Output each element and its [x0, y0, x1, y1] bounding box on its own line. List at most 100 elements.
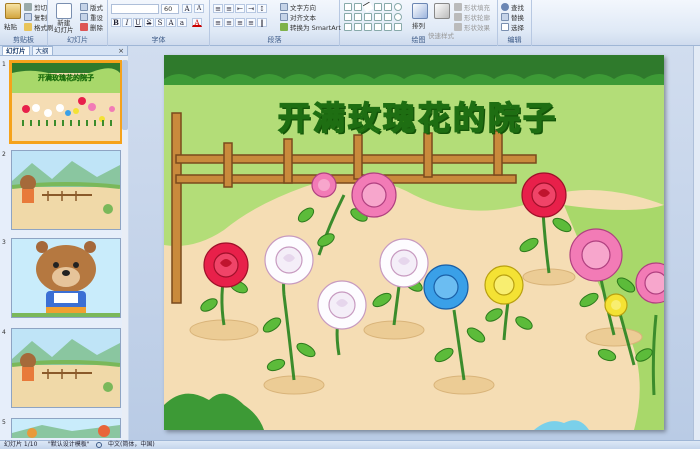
align-left-button[interactable]: ≡ — [213, 18, 223, 27]
cut-button[interactable]: 剪切 — [24, 2, 47, 12]
freeform-shape-icon[interactable] — [354, 23, 362, 31]
line-spacing-button[interactable]: ↕ — [257, 4, 267, 13]
shrink-font-button[interactable]: A — [194, 4, 204, 13]
heart-shape-icon[interactable] — [394, 13, 402, 21]
spellcheck-icon[interactable] — [96, 442, 102, 448]
decrease-indent-button[interactable]: ⇤ — [235, 4, 245, 13]
slide-scrollbar[interactable] — [693, 46, 700, 440]
smartart-icon — [280, 23, 288, 31]
current-slide[interactable]: 开满玫瑰花的院子 — [164, 55, 664, 430]
line-shape-icon[interactable] — [362, 1, 374, 13]
paste-button[interactable]: 粘贴 — [4, 21, 17, 31]
brace-shape-icon[interactable] — [364, 13, 372, 21]
textbox-shape-icon[interactable] — [344, 3, 352, 11]
triangle-shape-icon[interactable] — [344, 13, 352, 21]
text-vertical-shape-icon[interactable] — [354, 3, 362, 11]
callout-shape-icon[interactable] — [384, 13, 392, 21]
reset-button[interactable]: 重设 — [80, 12, 103, 22]
underline-button[interactable]: U — [133, 18, 143, 27]
arrange-button[interactable]: 排列 — [412, 20, 425, 30]
new-slide-icon — [56, 3, 72, 19]
theme-name: "默认设计模板" — [48, 441, 90, 448]
shape-outline-button[interactable]: 形状轮廓 — [454, 12, 490, 22]
connector-shape-icon[interactable] — [354, 13, 362, 21]
spacing-button[interactable]: A — [166, 18, 176, 27]
shape-fill-label: 形状填充 — [464, 4, 490, 12]
layout-label: 版式 — [90, 4, 103, 12]
arrow-shape-icon[interactable] — [374, 3, 382, 11]
effects-icon — [454, 23, 462, 31]
select-button[interactable]: 选择 — [501, 22, 524, 32]
slide-number: 3 — [2, 239, 6, 246]
replace-button[interactable]: 替换 — [501, 12, 524, 22]
quick-styles-icon — [434, 3, 450, 19]
font-size-combo[interactable]: 60 — [161, 4, 179, 14]
slide-number: 4 — [2, 329, 6, 336]
columns-button[interactable]: ‖ — [257, 18, 267, 27]
smartart-label: 转换为 SmartArt — [290, 24, 341, 32]
tab-outline[interactable]: 大纲 — [31, 46, 53, 55]
slide-title[interactable]: 开满玫瑰花的院子 — [228, 93, 608, 139]
paragraph-group: ≡ ≡ ⇤ ⇥ ↕ ≡ ≡ ≡ ≡ ‖ 文字方向 对齐文本 转换为 SmartA… — [210, 0, 341, 46]
slide-counter: 幻灯片 1/10 — [4, 441, 38, 448]
font-group-label: 字体 — [151, 36, 166, 44]
layout-button[interactable]: 版式 — [80, 2, 103, 12]
align-text-button[interactable]: 对齐文本 — [280, 12, 316, 22]
rectangle-shape-icon[interactable] — [384, 3, 392, 11]
replace-icon — [501, 13, 509, 21]
curve-shape-icon[interactable] — [344, 23, 352, 31]
scrollbar-thumb[interactable] — [122, 60, 128, 130]
rose-red — [203, 242, 249, 288]
close-panel-icon[interactable]: × — [118, 46, 124, 56]
rose-white — [379, 238, 429, 288]
shape-fill-button[interactable]: 形状填充 — [454, 2, 490, 12]
flowchart-shape-icon[interactable] — [374, 23, 382, 31]
rose-pink — [569, 228, 623, 282]
oval-shape-icon[interactable] — [394, 3, 402, 11]
shape-outline-label: 形状轮廓 — [464, 14, 490, 22]
slides-group: 新建 幻灯片 版式 重设 删除 幻灯片 — [48, 0, 108, 46]
numbering-button[interactable]: ≡ — [224, 4, 234, 13]
align-text-label: 对齐文本 — [290, 14, 316, 22]
star-shape-icon[interactable] — [374, 13, 382, 21]
paste-icon — [5, 3, 21, 19]
copy-icon — [24, 13, 32, 21]
new-slide-button[interactable]: 新建 幻灯片 — [54, 20, 74, 34]
slide-thumbnail-image: 开满玫瑰花的院子 — [9, 60, 123, 144]
panel-tabs: 幻灯片 大纲 × — [0, 46, 127, 56]
justify-button[interactable]: ≡ — [246, 18, 256, 27]
brush-icon — [24, 23, 32, 31]
language-status[interactable]: 中文(简体，中国) — [108, 441, 155, 449]
tab-slides[interactable]: 幻灯片 — [2, 46, 30, 55]
italic-button[interactable]: I — [122, 18, 132, 27]
align-center-button[interactable]: ≡ — [224, 18, 234, 27]
font-name-combo[interactable] — [111, 4, 159, 14]
delete-slide-button[interactable]: 删除 — [80, 22, 103, 32]
arrange-label: 排列 — [412, 22, 425, 30]
layout-icon — [80, 3, 88, 11]
find-button[interactable]: 查找 — [501, 2, 524, 12]
bullets-button[interactable]: ≡ — [213, 4, 223, 13]
font-color-button[interactable]: A — [192, 18, 202, 27]
text-direction-button[interactable]: 文字方向 — [280, 2, 316, 12]
font-group: 60 A A B I U S S A a A 字体 — [108, 0, 210, 46]
thumbnail-scrollbar[interactable] — [122, 56, 128, 440]
change-case-button[interactable]: a — [177, 18, 187, 27]
shadow-button[interactable]: S — [155, 18, 165, 27]
increase-indent-button[interactable]: ⇥ — [246, 4, 256, 13]
slides-panel: 幻灯片 大纲 × 1 开满玫瑰花的院子 2 3 4 5 — [0, 46, 128, 440]
smartart-button[interactable]: 转换为 SmartArt — [280, 22, 341, 32]
banner-shape-icon[interactable] — [384, 23, 392, 31]
slide-thumbnail-image — [11, 150, 121, 230]
more-shapes-icon[interactable] — [394, 23, 402, 31]
align-right-button[interactable]: ≡ — [235, 18, 245, 27]
rose-pink — [351, 172, 397, 218]
copy-label: 复制 — [34, 14, 47, 22]
shape-effects-button[interactable]: 形状效果 — [454, 22, 490, 32]
strikethrough-button[interactable]: S — [144, 18, 154, 27]
grow-font-button[interactable]: A — [182, 4, 192, 13]
reset-label: 重设 — [90, 14, 103, 22]
copy-button[interactable]: 复制 — [24, 12, 47, 22]
block-arrow-shape-icon[interactable] — [364, 23, 372, 31]
bold-button[interactable]: B — [111, 18, 121, 27]
